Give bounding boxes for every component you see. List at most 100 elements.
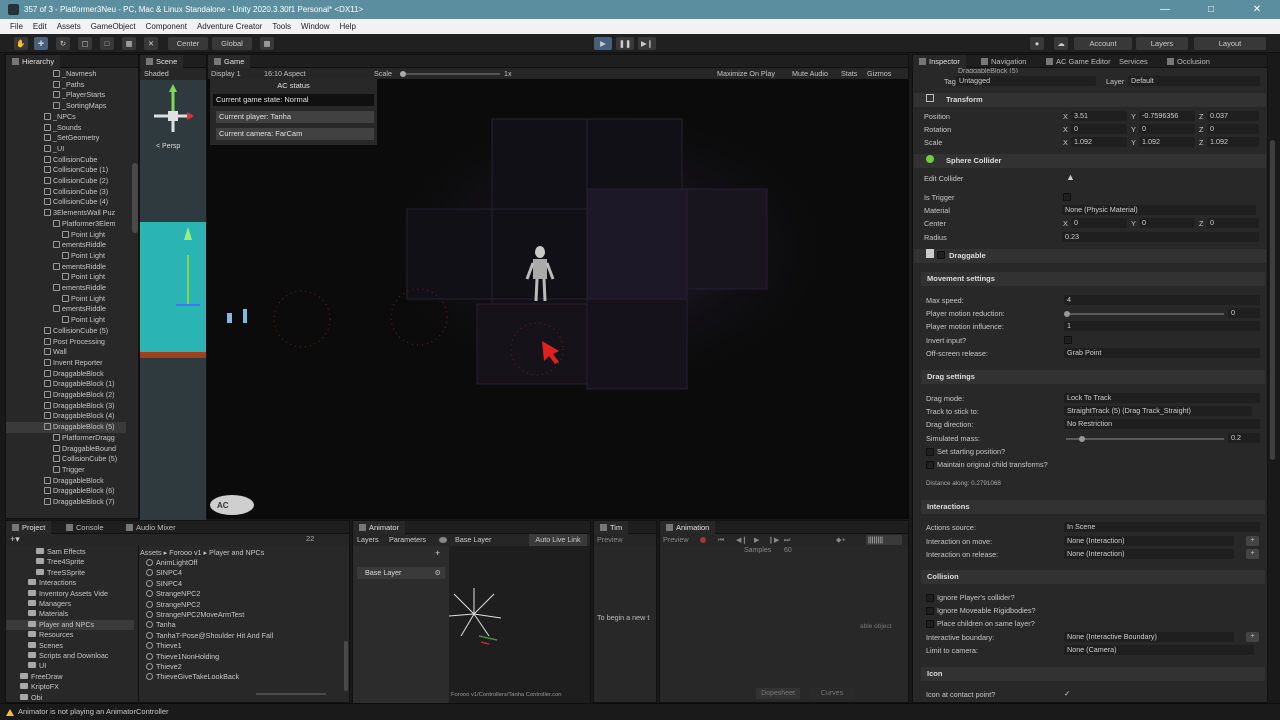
inspector-scrollbar[interactable] [1270, 140, 1275, 460]
scale-tool-icon[interactable]: ▢ [78, 37, 92, 50]
layer-dropdown[interactable]: Default [1128, 76, 1260, 86]
offscreen-release-dropdown[interactable]: Grab Point [1064, 348, 1260, 358]
add-release-interaction-button[interactable]: + [1246, 549, 1259, 559]
hierarchy-item[interactable]: DraggableBlock (6) [6, 486, 126, 497]
grid-snap-icon[interactable]: ▦ [260, 37, 274, 50]
project-scrollbar[interactable] [344, 641, 348, 691]
pause-button[interactable]: ❚❚ [616, 37, 634, 50]
collision-header[interactable]: Collision [921, 570, 1265, 584]
tab-services[interactable]: Services [1113, 55, 1154, 68]
project-folder-item[interactable]: Player and NPCs [6, 619, 134, 631]
drag-direction-dropdown[interactable]: No Restriction [1064, 419, 1260, 429]
transform-z-field[interactable]: 0.037 [1207, 111, 1259, 121]
hierarchy-item[interactable]: _PlayerStarts [6, 90, 126, 101]
project-folder-item[interactable]: KriptoFX [6, 682, 134, 692]
hierarchy-item[interactable]: ementsRiddle [6, 304, 126, 315]
close-button[interactable]: ✕ [1234, 0, 1280, 19]
hierarchy-item[interactable]: DraggableBlock (4) [6, 411, 126, 422]
project-folder-item[interactable]: Interactions [6, 578, 134, 588]
tab-ac-game-editor[interactable]: AC Game Editor [1040, 55, 1117, 68]
hierarchy-item[interactable]: Point Light [6, 230, 126, 241]
timeline-ruler[interactable]: |||||||| [866, 535, 902, 545]
menu-adventure-creator[interactable]: Adventure Creator [197, 19, 262, 34]
transform-y-field[interactable]: 0 [1139, 124, 1195, 134]
hierarchy-item[interactable]: ementsRiddle [6, 283, 126, 294]
hierarchy-item[interactable]: Wall [6, 347, 126, 358]
drag-mode-dropdown[interactable]: Lock To Track [1064, 393, 1260, 403]
tab-console[interactable]: Console [60, 521, 110, 534]
transform-x-field[interactable]: 0 [1071, 124, 1127, 134]
play-anim-icon[interactable]: ▶ [754, 534, 760, 546]
hierarchy-scrollbar[interactable] [132, 163, 138, 233]
animator-layers-tab[interactable]: Layers [357, 534, 379, 546]
base-layer-item[interactable]: Base Layer ⚙ [357, 567, 445, 579]
menu-gameobject[interactable]: GameObject [91, 19, 136, 34]
menu-assets[interactable]: Assets [57, 19, 81, 34]
limit-camera-field[interactable]: None (Camera) [1064, 645, 1254, 655]
maximize-button[interactable]: □ [1188, 0, 1234, 19]
hierarchy-item[interactable]: _SetGeometry [6, 133, 126, 144]
add-layer-button[interactable]: + [435, 548, 440, 558]
hierarchy-item[interactable]: CollisionCube [6, 155, 126, 166]
movement-settings-header[interactable]: Movement settings [921, 272, 1265, 286]
hierarchy-item[interactable]: ementsRiddle [6, 240, 126, 251]
inspector-object-name[interactable]: DraggableBlock (5) [958, 68, 1018, 73]
project-file-item[interactable]: AnimLightOff [146, 558, 336, 568]
curves-tab[interactable]: Curves [810, 688, 854, 699]
tab-scene[interactable]: Scene [140, 55, 184, 68]
scale-slider[interactable] [400, 73, 500, 75]
step-button[interactable]: ▶❙ [638, 37, 656, 50]
tab-navigation[interactable]: Navigation [975, 55, 1032, 68]
invert-input-checkbox[interactable] [1064, 336, 1072, 344]
collab-icon[interactable]: ● [1030, 37, 1044, 50]
project-file-item[interactable]: Thieve1NonHolding [146, 652, 336, 662]
tab-inspector[interactable]: Inspector [913, 55, 966, 68]
tab-animation[interactable]: Animation [660, 521, 716, 534]
max-speed-field[interactable]: 4 [1064, 295, 1260, 305]
game-viewport[interactable]: AC [207, 79, 909, 519]
menu-edit[interactable]: Edit [33, 19, 47, 34]
material-field[interactable]: None (Physic Material) [1062, 205, 1256, 215]
pivot-center-toggle[interactable]: Center [168, 37, 208, 50]
rotate-tool-icon[interactable]: ↻ [56, 37, 70, 50]
timeline-preview-toggle[interactable]: Preview [594, 534, 656, 546]
transform-z-field[interactable]: 1.092 [1207, 137, 1259, 147]
hierarchy-item[interactable]: CollisionCube (2) [6, 176, 126, 187]
project-folder-item[interactable]: Tree4Sprite [6, 557, 134, 567]
hierarchy-item[interactable]: DraggableBlock (3) [6, 401, 126, 412]
motion-reduction-knob[interactable] [1064, 311, 1070, 317]
tab-audio-mixer[interactable]: Audio Mixer [120, 521, 182, 534]
hierarchy-item[interactable]: _Navmesh [6, 69, 126, 80]
breadcrumb-assets[interactable]: Assets [140, 548, 162, 557]
minimize-button[interactable]: — [1142, 0, 1188, 19]
hierarchy-item[interactable]: Point Light [6, 272, 126, 283]
simulated-mass-value[interactable]: 0.2 [1228, 433, 1260, 443]
breadcrumb-forooo[interactable]: Forooo v1 [169, 548, 201, 557]
hierarchy-item[interactable]: Platformer3Elem [6, 219, 126, 230]
menu-window[interactable]: Window [301, 19, 329, 34]
simulated-mass-slider[interactable] [1066, 438, 1224, 440]
rect-tool-icon[interactable]: □ [100, 37, 114, 50]
eye-icon[interactable] [439, 537, 447, 543]
project-folder-item[interactable]: Sam Effects [6, 547, 134, 557]
menu-tools[interactable]: Tools [272, 19, 291, 34]
project-folder-item[interactable]: Inventory Assets Vide [6, 589, 134, 599]
persp-label[interactable]: < Persp [156, 143, 180, 150]
transform-y-field[interactable]: -0.7596356 [1139, 111, 1195, 121]
project-file-item[interactable]: SINPC4 [146, 568, 336, 578]
motion-influence-field[interactable]: 1 [1064, 321, 1260, 331]
layer-settings-icon[interactable]: ⚙ [435, 567, 441, 579]
hierarchy-item[interactable]: DraggableBound [6, 444, 126, 455]
animator-parameters-tab[interactable]: Parameters [389, 534, 426, 546]
icon-size-slider[interactable] [256, 693, 326, 695]
hierarchy-item[interactable]: _UI [6, 144, 126, 155]
maintain-child-checkbox[interactable] [926, 461, 934, 469]
interaction-on-move-field[interactable]: None (Interaction) [1064, 536, 1234, 546]
hand-tool-icon[interactable]: ✋ [14, 37, 28, 50]
add-keyframe-icon[interactable]: ◆+ [836, 534, 846, 546]
hierarchy-item[interactable]: Trigger [6, 465, 126, 476]
breadcrumb-player-npcs[interactable]: Player and NPCs [209, 548, 264, 557]
interactions-header[interactable]: Interactions [921, 500, 1265, 514]
center-x-field[interactable]: 0 [1071, 218, 1127, 228]
hierarchy-item[interactable]: CollisionCube (5) [6, 454, 126, 465]
